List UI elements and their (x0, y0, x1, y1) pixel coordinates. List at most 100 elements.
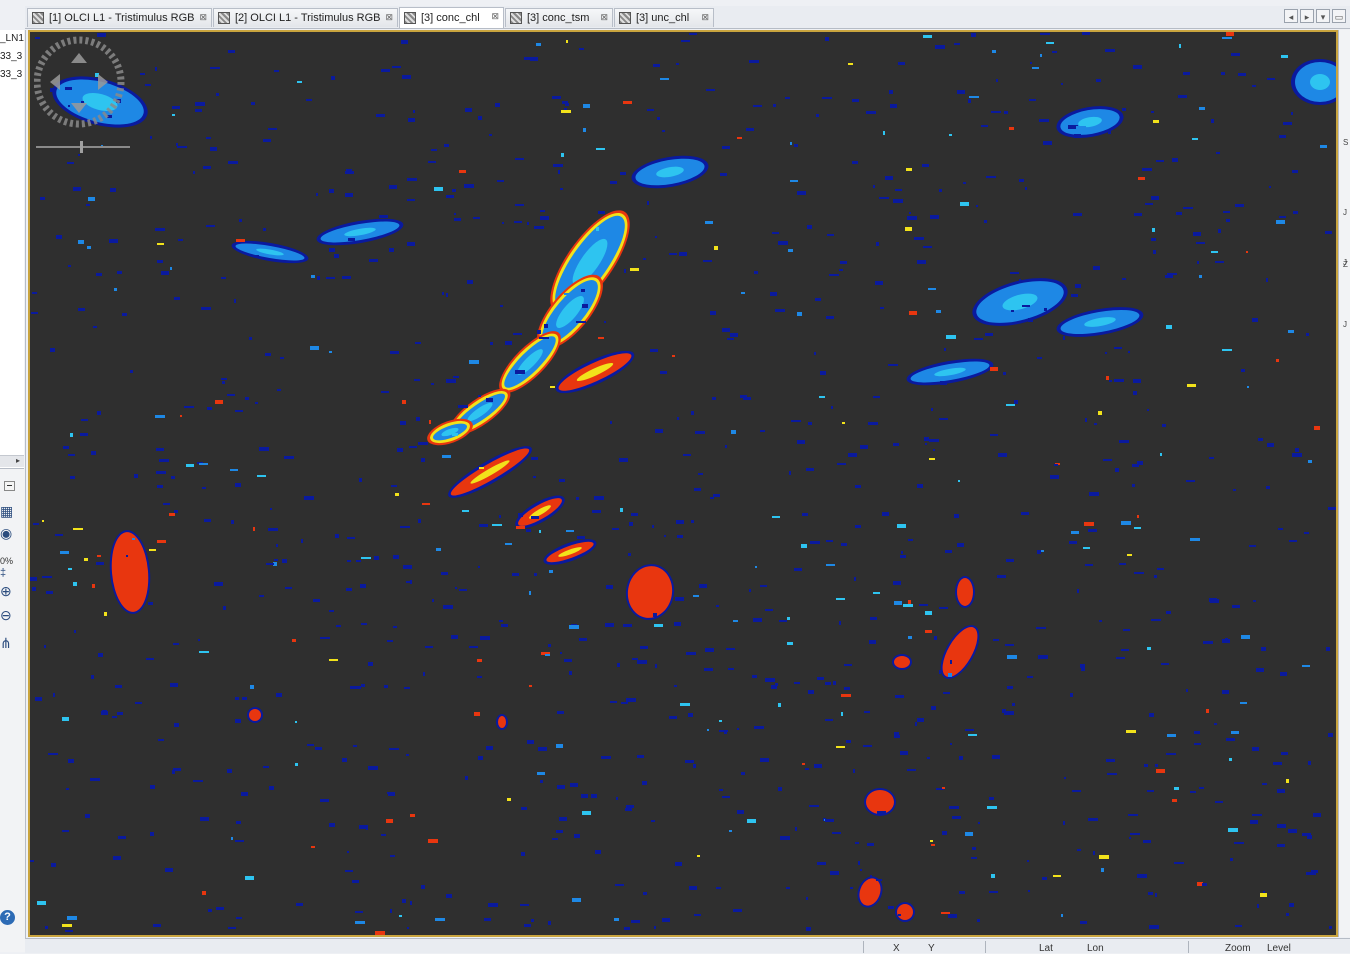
tree-node[interactable]: _LN1 (0, 33, 24, 44)
raster-pixel (827, 234, 834, 236)
raster-pixel (97, 555, 101, 557)
raster-pixel (655, 429, 663, 433)
raster-pixel (478, 756, 483, 760)
raster-pixel (195, 102, 205, 106)
tree-node[interactable]: 33_3 (0, 51, 22, 62)
raster-pixel (569, 625, 579, 629)
zoom-in-icon[interactable]: ⊕ (0, 584, 12, 598)
raster-pixel (594, 496, 604, 500)
close-icon[interactable]: ⊠ (701, 12, 709, 23)
raster-pixel (1249, 545, 1256, 547)
raster-pixel (1105, 49, 1115, 52)
raster-pixel (118, 836, 126, 839)
raster-pixel (1203, 641, 1213, 644)
horizontal-scrollbar[interactable]: ▸ (0, 455, 24, 467)
raster-pixel (836, 746, 845, 748)
raster-pixel (534, 573, 537, 576)
tab-unc-chl[interactable]: [3] unc_chl ⊠ (614, 8, 714, 27)
raster-pixel (1134, 527, 1141, 529)
scroll-tabs-right-button[interactable]: ▸ (1300, 9, 1314, 23)
tab-olci-rgb-1[interactable]: [1] OLCI L1 - Tristimulus RGB ⊠ (27, 8, 212, 27)
raster-pixel (797, 191, 806, 195)
raster-pixel (406, 581, 411, 583)
raster-pixel (679, 252, 687, 256)
raster-pixel (908, 539, 913, 541)
close-icon[interactable]: ⊠ (199, 12, 207, 23)
raster-pixel (560, 188, 563, 190)
raster-pixel (284, 456, 294, 459)
raster-pixel (623, 624, 632, 627)
raster-pixel (741, 772, 745, 775)
raster-pixel (374, 556, 379, 560)
raster-pixel (68, 568, 72, 570)
raster-pixel (336, 625, 341, 627)
raster-pixel (235, 697, 239, 700)
raster-pixel (90, 778, 100, 781)
raster-pixel (978, 822, 980, 824)
raster-pixel (624, 927, 630, 930)
image-view-conc-chl[interactable] (28, 30, 1338, 937)
raster-pixel (1161, 663, 1169, 665)
raster-pixel (858, 861, 860, 865)
scroll-right-icon[interactable]: ▸ (16, 456, 20, 465)
tab-conc-tsm[interactable]: [3] conc_tsm ⊠ (505, 8, 613, 27)
raster-pixel (1096, 79, 1101, 82)
tab-olci-rgb-2[interactable]: [2] OLCI L1 - Tristimulus RGB ⊠ (213, 8, 398, 27)
raster-pixel (924, 437, 929, 441)
raster-pixel (882, 512, 889, 516)
raster-pixel (490, 342, 493, 345)
raster-pixel (710, 311, 716, 315)
raster-pixel (1289, 903, 1294, 907)
raster-pixel (1226, 32, 1234, 36)
tab-conc-chl[interactable]: [3] conc_chl ⊠ (399, 7, 504, 28)
raster-pixel (495, 103, 500, 107)
close-icon[interactable]: ⊠ (600, 12, 608, 23)
raster-pixel (754, 726, 764, 729)
tab-list-dropdown-button[interactable]: ▾ (1316, 9, 1330, 23)
close-icon[interactable]: ⊠ (385, 12, 393, 23)
raster-pixel (149, 549, 156, 551)
raster-pixel (785, 97, 790, 99)
raster-pixel (901, 551, 903, 554)
raster-pixel (814, 764, 822, 768)
raster-pixel (32, 587, 36, 591)
raster-pixel (1250, 820, 1258, 824)
raster-pixel (170, 267, 172, 270)
raster-pixel (329, 248, 335, 252)
raster-pixel (172, 106, 180, 109)
raster-pixel (295, 763, 298, 766)
raster-pixel (342, 758, 347, 762)
sync-cursor-icon[interactable]: ◉ (0, 526, 12, 540)
raster-pixel (1263, 891, 1265, 893)
raster-pixel (1077, 849, 1081, 851)
raster-pixel (1186, 480, 1195, 482)
raster-pixel (1073, 213, 1082, 216)
help-icon[interactable]: ? (0, 910, 15, 925)
sync-views-icon[interactable]: ▦ (0, 504, 13, 518)
maximize-window-button[interactable]: ▭ (1332, 9, 1346, 23)
minimize-panel-button[interactable] (4, 481, 15, 491)
raster-pixel (1138, 177, 1145, 180)
close-icon[interactable]: ⊠ (491, 11, 499, 22)
raster-pixel (1072, 790, 1081, 792)
raster-pixel (1223, 211, 1230, 213)
raster-pixel (1134, 572, 1144, 574)
scroll-tabs-left-button[interactable]: ◂ (1284, 9, 1298, 23)
raster-pixel (1074, 134, 1081, 138)
raster-pixel (480, 636, 490, 640)
raster-pixel (441, 572, 448, 575)
raster-pixel (40, 197, 45, 200)
tree-node[interactable]: 33_3 (0, 69, 22, 80)
tab-label: [3] conc_chl (421, 12, 480, 24)
raster-pixel (1277, 789, 1285, 793)
raster-pixel (1302, 665, 1310, 667)
raster-pixel (301, 539, 303, 543)
raster-pixel (235, 840, 244, 842)
raster-pixel (74, 630, 76, 633)
raster-pixel (943, 692, 950, 694)
zoom-out-icon[interactable]: ⊖ (0, 608, 12, 622)
zoom-slider-handle-icon[interactable]: ‡ (0, 566, 6, 580)
raster-pixel (1289, 540, 1297, 542)
zoom-all-icon[interactable]: ⋔ (0, 636, 12, 650)
raster-pixel (556, 744, 563, 748)
